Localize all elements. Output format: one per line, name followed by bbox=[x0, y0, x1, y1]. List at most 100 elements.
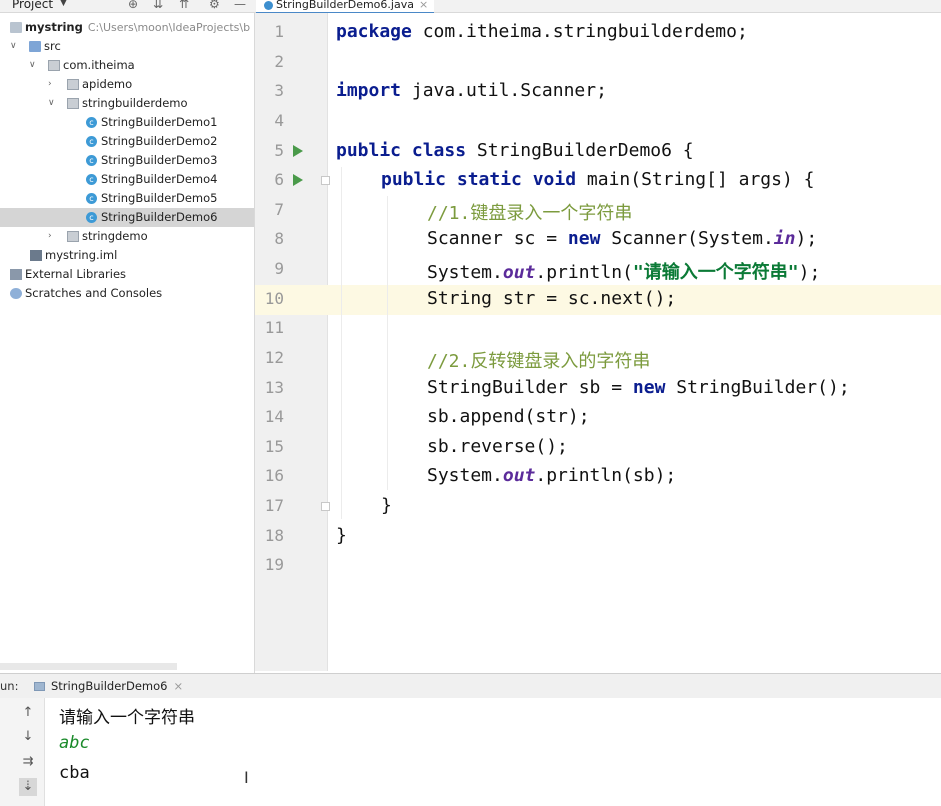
code-line-13: StringBuilder sb = new StringBuilder(); bbox=[427, 377, 850, 398]
gear-icon[interactable]: ⚙ bbox=[209, 0, 220, 11]
run-main-icon[interactable] bbox=[293, 174, 303, 186]
java-class-icon: c bbox=[86, 174, 97, 185]
project-view-label[interactable]: Project bbox=[12, 0, 53, 11]
console-output-line: cba bbox=[59, 763, 90, 783]
chevron-down-icon[interactable]: ∨ bbox=[29, 56, 36, 75]
code-line-8: Scanner sc = new Scanner(System.in); bbox=[427, 228, 818, 249]
run-label: un: bbox=[0, 679, 19, 693]
text-cursor-icon: I bbox=[244, 768, 249, 787]
arrow-up-icon[interactable]: ↑ bbox=[19, 704, 37, 722]
tree-item-label: com.itheima bbox=[63, 58, 135, 72]
horizontal-scrollbar[interactable] bbox=[0, 663, 177, 670]
tree-item-stringbuilderdemo6[interactable]: c StringBuilderDemo6 bbox=[0, 208, 254, 227]
tree-item-external-libraries[interactable]: External Libraries bbox=[0, 265, 254, 284]
close-icon[interactable]: × bbox=[173, 679, 183, 693]
run-tab-label: StringBuilderDemo6 bbox=[51, 679, 168, 693]
fold-icon[interactable] bbox=[321, 502, 330, 511]
tree-item-mystring[interactable]: mystring C:\Users\moon\IdeaProjects\b bbox=[0, 18, 254, 37]
editor-tab-stringbuilderdemo6[interactable]: StringBuilderDemo6.java × bbox=[256, 0, 435, 14]
tree-item-stringbuilderdemo2[interactable]: c StringBuilderDemo2 bbox=[0, 132, 254, 151]
code-line-16: System.out.println(sb); bbox=[427, 465, 677, 486]
line-number: 2 bbox=[274, 52, 284, 71]
close-icon[interactable]: × bbox=[419, 0, 428, 11]
tree-item-com-itheima[interactable]: ∨ com.itheima bbox=[0, 56, 254, 75]
tree-item-label: StringBuilderDemo1 bbox=[101, 115, 218, 129]
tree-item-scratches[interactable]: Scratches and Consoles bbox=[0, 284, 254, 303]
code-line-3: import java.util.Scanner; bbox=[336, 80, 607, 101]
chevron-down-icon[interactable]: ∨ bbox=[48, 94, 55, 113]
tree-item-label: stringbuilderdemo bbox=[82, 96, 188, 110]
tree-item-apidemo[interactable]: › apidemo bbox=[0, 75, 254, 94]
line-number: 8 bbox=[274, 229, 284, 248]
chevron-right-icon[interactable]: › bbox=[48, 75, 52, 94]
tree-item-stringbuilderdemo5[interactable]: c StringBuilderDemo5 bbox=[0, 189, 254, 208]
line-number: 1 bbox=[274, 22, 284, 41]
run-console[interactable]: ↑ ↓ ⇉ ⇣ 请输入一个字符串 abc cba bbox=[0, 698, 941, 806]
indent-guide bbox=[387, 196, 388, 490]
line-number: 14 bbox=[264, 407, 284, 426]
java-class-icon: c bbox=[86, 117, 97, 128]
hide-icon[interactable]: — bbox=[234, 0, 246, 11]
editor-tab-label: StringBuilderDemo6.java bbox=[276, 0, 414, 11]
java-class-icon: c bbox=[86, 193, 97, 204]
package-icon bbox=[48, 60, 60, 71]
tree-item-label: External Libraries bbox=[25, 267, 127, 281]
run-config-icon bbox=[34, 682, 45, 691]
code-line-12: //2.反转键盘录入的字符串 bbox=[427, 351, 651, 372]
tree-item-src[interactable]: ∨ src bbox=[0, 37, 254, 56]
java-class-icon bbox=[264, 0, 273, 10]
line-number: 10 bbox=[264, 289, 284, 308]
console-input-line: abc bbox=[59, 733, 90, 753]
source-folder-icon bbox=[29, 41, 41, 52]
tree-item-label: StringBuilderDemo2 bbox=[101, 134, 218, 148]
code-line-5: public class StringBuilderDemo6 { bbox=[336, 140, 694, 161]
line-number: 13 bbox=[264, 378, 284, 397]
chevron-down-icon[interactable]: ▼ bbox=[60, 0, 67, 8]
tree-item-label: Scratches and Consoles bbox=[25, 286, 163, 300]
run-tool-window-header: un: StringBuilderDemo6 × bbox=[0, 673, 941, 699]
code-line-15: sb.reverse(); bbox=[427, 436, 568, 457]
tree-item-label: stringdemo bbox=[82, 229, 148, 243]
tree-item-stringbuilderdemo3[interactable]: c StringBuilderDemo3 bbox=[0, 151, 254, 170]
scratches-icon bbox=[10, 288, 22, 299]
code-line-1: package com.itheima.stringbuilderdemo; bbox=[336, 21, 748, 42]
arrow-down-icon[interactable]: ↓ bbox=[19, 728, 37, 746]
line-number: 15 bbox=[264, 437, 284, 456]
java-class-icon: c bbox=[86, 136, 97, 147]
tree-item-stringbuilderdemo1[interactable]: c StringBuilderDemo1 bbox=[0, 113, 254, 132]
line-number: 12 bbox=[264, 348, 284, 367]
package-icon bbox=[67, 231, 79, 242]
code-editor[interactable] bbox=[328, 13, 941, 671]
line-number: 11 bbox=[264, 318, 284, 337]
chevron-down-icon[interactable]: ∨ bbox=[10, 37, 17, 56]
tree-item-stringbuilderdemo4[interactable]: c StringBuilderDemo4 bbox=[0, 170, 254, 189]
run-class-icon[interactable] bbox=[293, 145, 303, 157]
java-class-icon: c bbox=[86, 212, 97, 223]
module-folder-icon bbox=[10, 22, 22, 33]
code-line-14: sb.append(str); bbox=[427, 406, 590, 427]
code-line-17: } bbox=[381, 495, 392, 516]
tree-item-stringdemo[interactable]: › stringdemo bbox=[0, 227, 254, 246]
java-class-icon: c bbox=[86, 155, 97, 166]
indent-guide bbox=[341, 167, 342, 519]
tree-item-label: StringBuilderDemo4 bbox=[101, 172, 218, 186]
line-number: 18 bbox=[264, 526, 284, 545]
tree-item-mystring-iml[interactable]: mystring.iml bbox=[0, 246, 254, 265]
top-toolbar: Project ▼ ⊕ ⇊ ⇈ ⚙ — StringBuilderDemo6.j… bbox=[0, 0, 941, 14]
locate-icon[interactable]: ⊕ bbox=[128, 0, 138, 11]
line-number: 7 bbox=[274, 200, 284, 219]
tree-item-label: StringBuilderDemo3 bbox=[101, 153, 218, 167]
scroll-to-end-icon[interactable]: ⇣ bbox=[19, 778, 37, 796]
line-number: 17 bbox=[264, 496, 284, 515]
expand-all-icon[interactable]: ⇊ bbox=[153, 0, 163, 11]
package-icon bbox=[67, 98, 79, 109]
soft-wrap-icon[interactable]: ⇉ bbox=[19, 753, 37, 771]
chevron-right-icon[interactable]: › bbox=[48, 227, 52, 246]
fold-icon[interactable] bbox=[321, 176, 330, 185]
line-number: 6 bbox=[274, 170, 284, 189]
run-tab-stringbuilderdemo6[interactable]: StringBuilderDemo6 × bbox=[34, 674, 183, 698]
tree-item-label: StringBuilderDemo5 bbox=[101, 191, 218, 205]
collapse-all-icon[interactable]: ⇈ bbox=[179, 0, 189, 11]
tree-item-stringbuilderdemo[interactable]: ∨ stringbuilderdemo bbox=[0, 94, 254, 113]
code-line-10: String str = sc.next(); bbox=[427, 288, 677, 309]
